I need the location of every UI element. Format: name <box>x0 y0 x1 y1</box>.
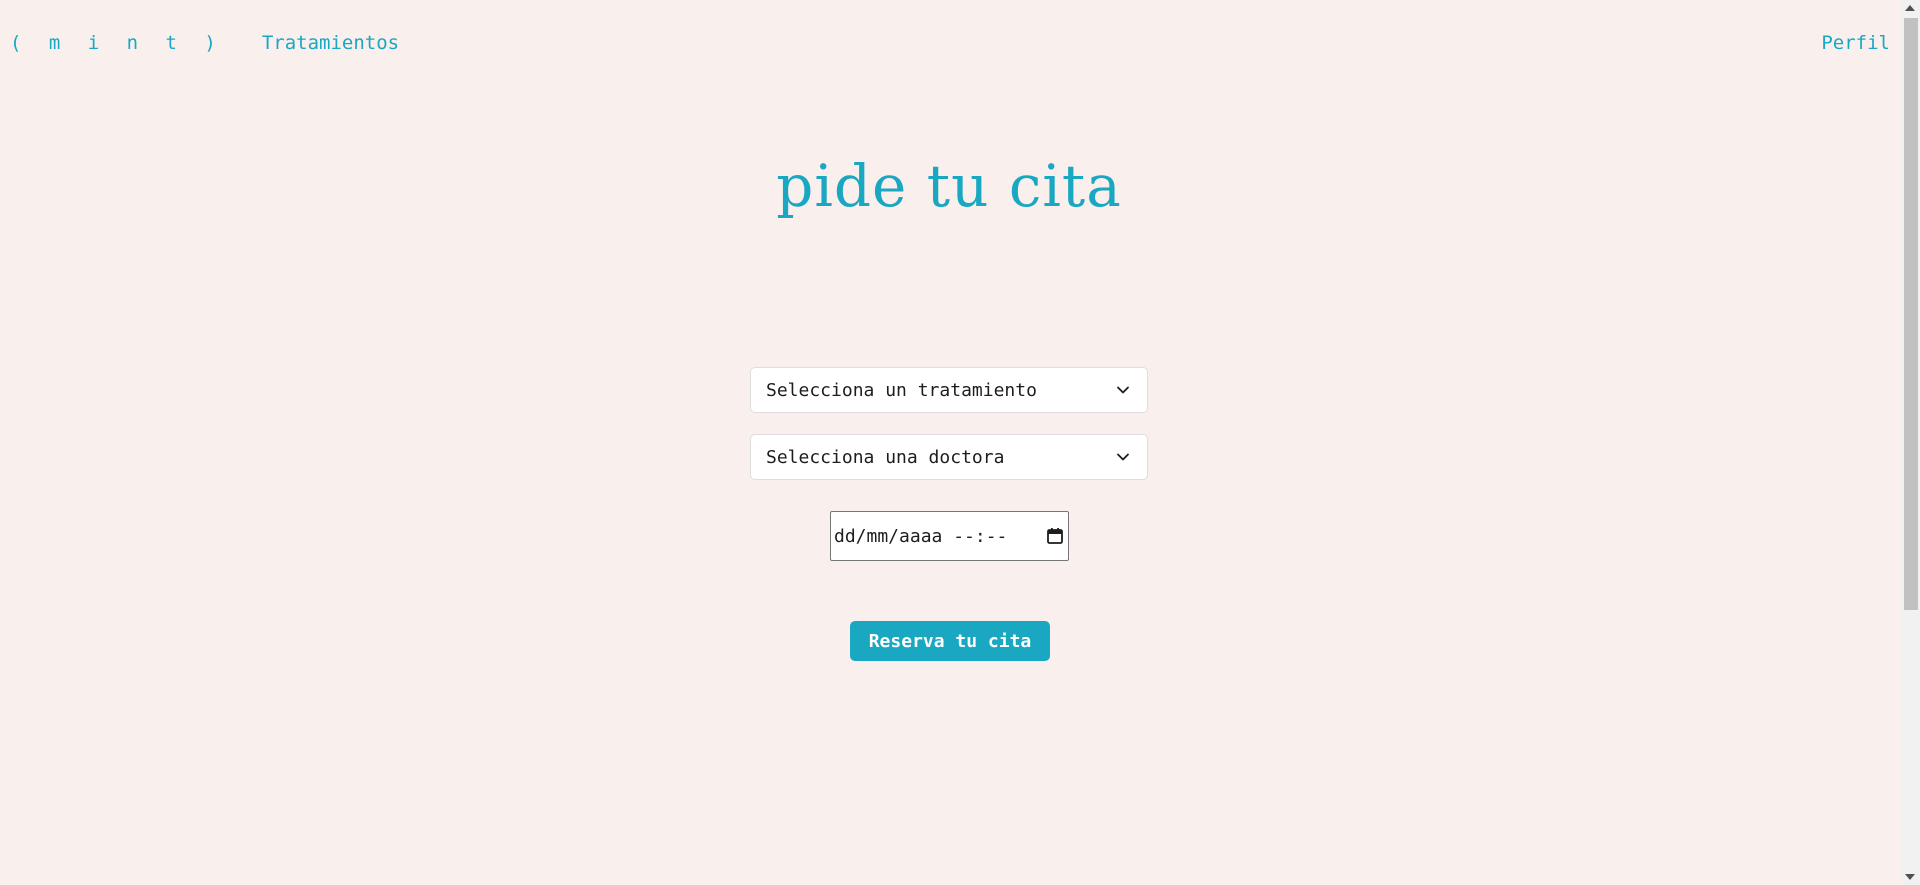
page-title: pide tu cita <box>776 152 1122 220</box>
datetime-input-placeholder: dd/mm/aaaa --:-- <box>834 525 1008 547</box>
datetime-input[interactable]: dd/mm/aaaa --:-- <box>830 511 1069 561</box>
nav-link-treatments[interactable]: Tratamientos <box>262 32 399 54</box>
appointment-page: ( m i n t ) Tratamientos Perfil pide tu … <box>0 0 1920 885</box>
doctor-select[interactable]: Selecciona una doctora <box>750 434 1148 480</box>
top-navigation: ( m i n t ) Tratamientos Perfil <box>10 30 1890 56</box>
brand-logo[interactable]: ( m i n t ) <box>10 32 224 54</box>
calendar-icon[interactable] <box>1046 527 1064 545</box>
treatment-select-value: Selecciona un tratamiento <box>766 379 1037 401</box>
nav-link-profile[interactable]: Perfil <box>1821 32 1890 54</box>
treatment-select[interactable]: Selecciona un tratamiento <box>750 367 1148 413</box>
doctor-select-value: Selecciona una doctora <box>766 446 1005 468</box>
scroll-up-arrow-icon[interactable] <box>1905 5 1915 11</box>
chevron-down-icon <box>1117 386 1129 394</box>
book-appointment-button[interactable]: Reserva tu cita <box>850 621 1050 661</box>
vertical-scrollbar[interactable] <box>1901 0 1920 885</box>
chevron-down-icon <box>1117 453 1129 461</box>
scrollbar-thumb[interactable] <box>1904 18 1918 610</box>
topbar-left: ( m i n t ) Tratamientos <box>10 32 399 54</box>
scroll-down-arrow-icon[interactable] <box>1905 874 1915 880</box>
